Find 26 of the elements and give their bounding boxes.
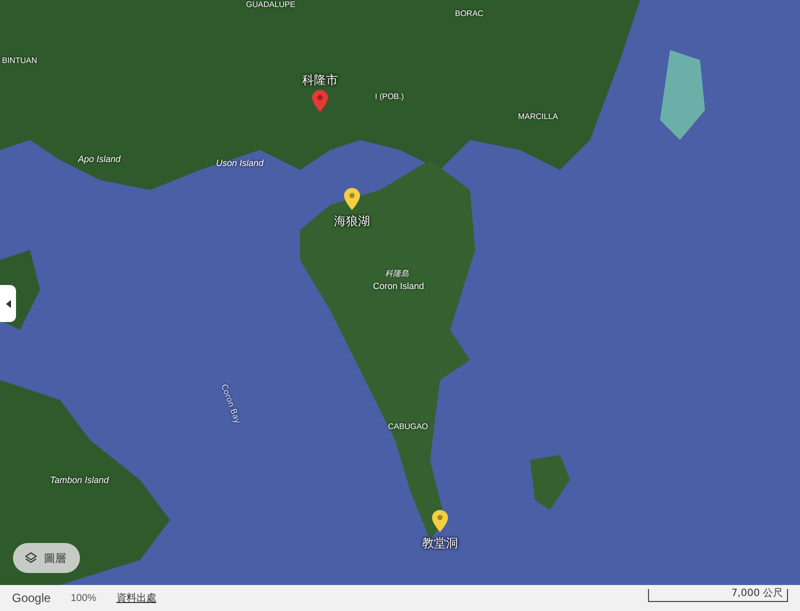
scale-bar: 7,000 公尺 <box>648 588 788 602</box>
place-label: CABUGAO <box>388 422 428 431</box>
place-label: BINTUAN <box>2 56 38 65</box>
attribution-link[interactable]: 資料出處 <box>116 591 156 605</box>
place-label: Uson Island <box>216 158 264 168</box>
map-pin-icon[interactable] <box>344 188 360 210</box>
pin-label[interactable]: 科隆市 <box>298 72 342 89</box>
place-label: Apo Island <box>78 154 121 164</box>
google-logo: Google <box>12 591 51 605</box>
satellite-map[interactable]: GUADALUPE BORAC BINTUAN I (POB.) MARCILLA Apo Island Uson Island 科隆島 Coron Island Coron Bay CABUGAO Tambon Island 科隆市 海狼湖 教堂洞 圖層 <box>0 0 800 585</box>
place-label: BORAC <box>455 9 484 18</box>
pin-label[interactable]: 教堂洞 <box>418 535 462 552</box>
place-label: Coron Island <box>373 281 424 291</box>
map-pin-icon[interactable] <box>432 510 448 532</box>
layers-button[interactable]: 圖層 <box>13 543 80 573</box>
place-label: Coron Bay <box>220 383 242 425</box>
pin-label[interactable]: 海狼湖 <box>330 213 374 230</box>
layers-icon <box>25 552 37 564</box>
caret-icon <box>6 300 10 308</box>
collapse-panel-button[interactable] <box>0 285 16 322</box>
zoom-level: 100% <box>70 592 96 604</box>
place-label: MARCILLA <box>518 112 558 121</box>
place-label: I (POB.) <box>375 92 404 101</box>
place-label: GUADALUPE <box>246 0 296 9</box>
place-label: Tambon Island <box>50 475 109 485</box>
place-label: 科隆島 <box>385 268 409 279</box>
